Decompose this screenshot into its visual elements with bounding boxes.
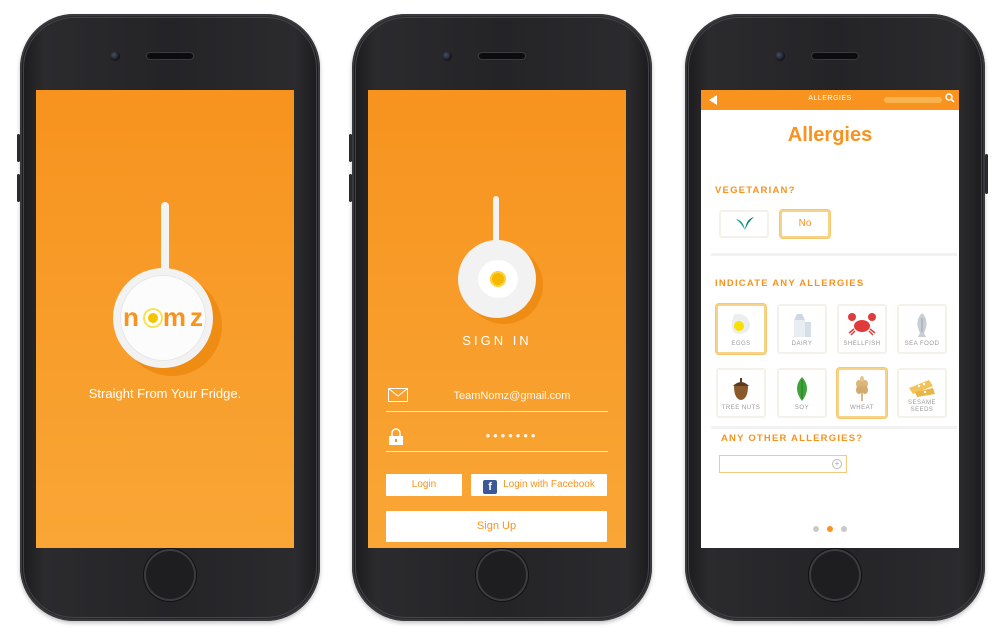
logo-text-n: n bbox=[122, 302, 143, 332]
speaker bbox=[479, 53, 525, 59]
allergy-tile-sesame[interactable]: SESAME SEEDS bbox=[897, 368, 947, 418]
signin-screen: SIGN IN TeamNomz@gmail.com ••••••• Login… bbox=[368, 90, 626, 548]
phone-splash: n mz Straight From Your Fridge. bbox=[17, 14, 320, 621]
allergy-tile-tree-nuts[interactable]: TREE NUTS bbox=[716, 368, 766, 418]
allergy-label: SEA FOOD bbox=[904, 341, 940, 347]
vegetarian-label: VEGETARIAN? bbox=[715, 185, 796, 196]
page-dot[interactable] bbox=[841, 526, 847, 532]
search-input[interactable] bbox=[884, 97, 942, 103]
facebook-icon: f bbox=[483, 480, 498, 494]
login-button[interactable]: Login bbox=[386, 474, 462, 496]
home-button[interactable] bbox=[809, 549, 861, 601]
app-logo: n mz bbox=[36, 302, 294, 333]
volume-button bbox=[17, 134, 20, 162]
add-icon[interactable]: + bbox=[832, 459, 842, 469]
speaker bbox=[147, 53, 193, 59]
top-bar: ALLERGIES bbox=[701, 90, 959, 110]
splash-screen: n mz Straight From Your Fridge. bbox=[36, 90, 294, 548]
allergy-label: WHEAT bbox=[850, 405, 874, 411]
egg-icon bbox=[718, 312, 764, 342]
volume-button bbox=[349, 134, 352, 162]
home-button[interactable] bbox=[476, 549, 528, 601]
leaf-icon bbox=[734, 216, 756, 237]
facebook-login-button[interactable]: f Login with Facebook bbox=[471, 474, 607, 496]
allergy-label: SOY bbox=[794, 405, 810, 411]
vegetarian-no-tile[interactable]: No bbox=[780, 210, 830, 238]
logo-egg-icon bbox=[142, 308, 163, 328]
other-allergies-label: ANY OTHER ALLERGIES? bbox=[721, 433, 864, 444]
allergy-label: EGGS bbox=[731, 341, 751, 347]
lock-icon bbox=[388, 428, 404, 451]
allergy-label: TREE NUTS bbox=[721, 405, 761, 411]
volume-button bbox=[349, 174, 352, 202]
tagline: Straight From Your Fridge. bbox=[88, 386, 242, 401]
divider bbox=[711, 253, 957, 256]
power-button bbox=[985, 154, 988, 194]
camera bbox=[442, 51, 452, 61]
password-field[interactable]: ••••••• bbox=[386, 424, 608, 452]
vegetarian-no-label: No bbox=[798, 218, 812, 229]
allergy-tile-wheat[interactable]: WHEAT bbox=[837, 368, 887, 418]
phone-allergies: ALLERGIES Allergies VEGETARIAN? No INDIC… bbox=[685, 14, 988, 621]
allergy-tile-seafood[interactable]: SEA FOOD bbox=[897, 304, 947, 354]
search-icon[interactable] bbox=[945, 93, 955, 105]
fish-icon bbox=[899, 312, 945, 344]
camera bbox=[110, 51, 120, 61]
allergy-tile-dairy[interactable]: DAIRY bbox=[777, 304, 827, 354]
allergies-label: INDICATE ANY ALLERGIES bbox=[715, 278, 865, 289]
allergies-screen: ALLERGIES Allergies VEGETARIAN? No INDIC… bbox=[701, 90, 959, 548]
page-indicator bbox=[701, 519, 959, 537]
phone-signin: SIGN IN TeamNomz@gmail.com ••••••• Login… bbox=[349, 14, 652, 621]
divider bbox=[711, 426, 957, 429]
allergy-label: DAIRY bbox=[791, 341, 813, 347]
camera bbox=[775, 51, 785, 61]
vegetarian-yes-tile[interactable] bbox=[719, 210, 769, 238]
acorn-icon bbox=[718, 376, 764, 408]
email-value: TeamNomz@gmail.com bbox=[453, 390, 571, 402]
pan-handle bbox=[493, 196, 499, 246]
password-value: ••••••• bbox=[485, 428, 539, 443]
logo-text-mz: mz bbox=[162, 302, 207, 332]
volume-button bbox=[17, 174, 20, 202]
email-field[interactable]: TeamNomz@gmail.com bbox=[386, 384, 608, 412]
page-dot-active[interactable] bbox=[827, 526, 833, 532]
signin-title: SIGN IN bbox=[462, 333, 532, 348]
allergy-label: SHELLFISH bbox=[843, 341, 881, 347]
home-button[interactable] bbox=[144, 549, 196, 601]
signup-button[interactable]: Sign Up bbox=[386, 511, 607, 542]
allergy-label: SESAME SEEDS bbox=[907, 400, 936, 413]
allergy-tile-eggs[interactable]: EGGS bbox=[716, 304, 766, 354]
page-title: Allergies bbox=[787, 124, 873, 146]
allergy-tile-shellfish[interactable]: SHELLFISH bbox=[837, 304, 887, 354]
other-allergies-input[interactable]: + bbox=[719, 455, 847, 473]
facebook-login-label: Login with Facebook bbox=[503, 479, 595, 490]
soy-leaf-icon bbox=[779, 376, 825, 408]
egg-yolk-icon bbox=[490, 271, 506, 287]
speaker bbox=[812, 53, 858, 59]
milk-icon bbox=[779, 312, 825, 344]
wheat-icon bbox=[839, 376, 885, 408]
page-dot[interactable] bbox=[813, 526, 819, 532]
allergy-tile-soy[interactable]: SOY bbox=[777, 368, 827, 418]
pan-handle bbox=[161, 202, 169, 276]
crab-icon bbox=[839, 312, 885, 342]
mail-icon bbox=[388, 388, 408, 407]
